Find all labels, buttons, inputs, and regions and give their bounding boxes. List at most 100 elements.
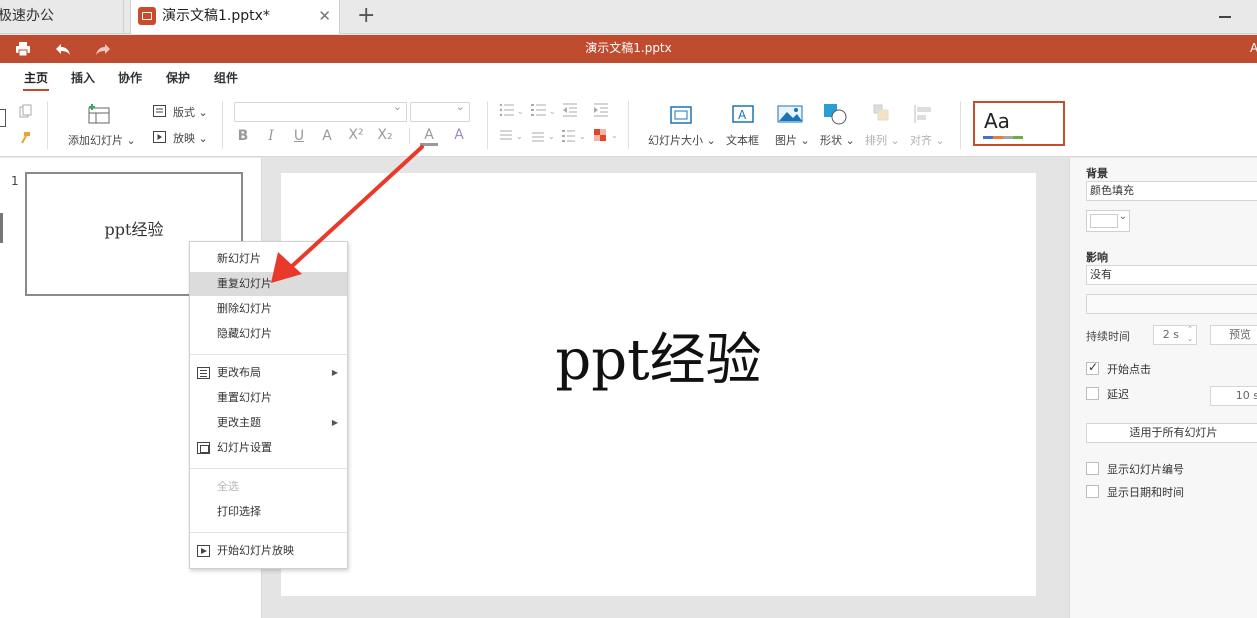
- slide-settings-pane: 背景 颜色填充 ⌄ 影响 没有 持续时间 2 s ⌃⌄ 预览 开始点击 延迟 1…: [1069, 158, 1257, 618]
- menu-item-label: 重复幻灯片: [217, 277, 272, 290]
- bold-icon[interactable]: B: [234, 128, 252, 144]
- menu-item-start-slideshow[interactable]: 开始幻灯片放映: [190, 539, 347, 563]
- new-tab-icon[interactable]: +: [357, 0, 375, 32]
- menu-item-reset-slide[interactable]: 重置幻灯片: [190, 386, 347, 410]
- slide-size-icon: [670, 106, 692, 127]
- apply-all-slides-label: 适用于所有幻灯片: [1129, 426, 1218, 439]
- menu-item-label: 隐藏幻灯片: [217, 327, 272, 340]
- theme-preview-text: Aa: [984, 109, 1010, 133]
- start-on-click-checkbox[interactable]: [1086, 360, 1099, 375]
- browser-tab-bar: 极速办公 演示文稿1.pptx* ✕ +: [0, 0, 1257, 34]
- delay-input[interactable]: 10 s: [1210, 386, 1257, 406]
- slide-size-button[interactable]: 幻灯片大小 ⌄: [648, 132, 716, 148]
- slide-canvas[interactable]: ppt经验: [281, 173, 1036, 596]
- toolbar-separator: [222, 101, 223, 149]
- menu-item-print-selection[interactable]: 打印选择: [190, 500, 347, 524]
- background-color-picker[interactable]: ⌄: [1086, 210, 1130, 232]
- align-button[interactable]: 对齐 ⌄: [910, 132, 945, 148]
- bullet-list-icon[interactable]: ⌄: [499, 102, 524, 122]
- picture-button[interactable]: 图片 ⌄: [775, 132, 810, 148]
- tab-insert[interactable]: 插入: [71, 69, 95, 86]
- menu-item-hide-slide[interactable]: 隐藏幻灯片: [190, 322, 347, 346]
- document-title: 演示文稿1.pptx: [585, 41, 672, 55]
- text-box-button[interactable]: 文本框: [726, 132, 759, 148]
- layout-button[interactable]: 版式 ⌄: [173, 104, 208, 120]
- strikethrough-icon[interactable]: A: [318, 128, 336, 144]
- slide-thumbnail-text: ppt经验: [104, 220, 164, 239]
- show-date-time-checkbox[interactable]: [1086, 485, 1099, 498]
- menu-item-new-slide[interactable]: 新幻灯片: [190, 247, 347, 271]
- effect-select[interactable]: 没有: [1086, 265, 1257, 285]
- svg-text:⌄: ⌄: [611, 131, 618, 140]
- format-painter-icon[interactable]: [18, 131, 32, 149]
- tab-home-ribbon[interactable]: 主页: [22, 69, 50, 91]
- menu-item-change-theme[interactable]: 更改主题 ▶: [190, 411, 347, 435]
- tab-components[interactable]: 组件: [214, 69, 238, 86]
- increase-indent-icon[interactable]: [593, 102, 609, 122]
- font-size-select[interactable]: [410, 100, 470, 122]
- duration-value: 2 s: [1162, 328, 1179, 341]
- arrange-button[interactable]: 排列 ⌄: [865, 132, 900, 148]
- superscript-icon[interactable]: X²: [347, 127, 365, 143]
- font-name-select[interactable]: [234, 100, 407, 122]
- italic-icon[interactable]: I: [262, 128, 280, 144]
- slideshow-button[interactable]: 放映 ⌄: [173, 130, 208, 146]
- arrange-label: 排列: [865, 134, 887, 147]
- delay-checkbox[interactable]: [1086, 387, 1099, 400]
- fill-color-icon[interactable]: ⌄: [593, 128, 619, 146]
- menu-item-label: 删除幻灯片: [217, 302, 272, 315]
- spin-arrows-icon: ⌃ ⌄: [1187, 325, 1193, 343]
- toolbar-separator: [409, 128, 410, 144]
- shape-button[interactable]: 形状 ⌄: [820, 132, 855, 148]
- add-slide-icon[interactable]: [88, 103, 112, 128]
- tab-document[interactable]: 演示文稿1.pptx* ✕: [130, 0, 340, 34]
- slide-editor-area: ppt经验: [263, 158, 1069, 618]
- add-slide-button[interactable]: 添加幻灯片 ⌄: [68, 132, 136, 148]
- layout-icon: [197, 367, 210, 379]
- menu-item-delete-slide[interactable]: 删除幻灯片: [190, 297, 347, 321]
- menu-item-change-layout[interactable]: 更改布局 ▶: [190, 361, 347, 385]
- paragraph-spacing-icon[interactable]: ⌄: [562, 129, 586, 147]
- submenu-arrow-icon: ▶: [331, 368, 338, 377]
- slide-setup-icon: [197, 442, 210, 454]
- show-slide-number-checkbox[interactable]: [1086, 462, 1099, 475]
- tab-home[interactable]: 极速办公: [0, 0, 124, 34]
- submenu-arrow-icon: ▶: [331, 418, 338, 427]
- highlight-color-icon[interactable]: A: [450, 127, 468, 143]
- font-color-icon[interactable]: A: [420, 127, 438, 146]
- tab-document-label: 演示文稿1.pptx*: [162, 8, 270, 24]
- menu-separator: [190, 532, 347, 533]
- paste-icon[interactable]: [0, 109, 6, 127]
- apply-all-slides-button[interactable]: 适用于所有幻灯片: [1086, 423, 1257, 443]
- copy-icon[interactable]: [19, 104, 33, 122]
- slide-text[interactable]: ppt经验: [281, 315, 1036, 396]
- duration-input[interactable]: 2 s ⌃ ⌄: [1153, 325, 1197, 345]
- layout-icon: [153, 105, 166, 120]
- preview-button[interactable]: 预览: [1210, 325, 1257, 345]
- tab-collaborate[interactable]: 协作: [118, 69, 142, 86]
- arrange-icon: [873, 104, 891, 127]
- line-spacing-icon[interactable]: ⌄: [531, 129, 555, 147]
- background-fill-select[interactable]: 颜色填充: [1086, 181, 1257, 201]
- align-icon: [913, 104, 935, 127]
- account-avatar[interactable]: A: [1250, 35, 1257, 62]
- numbered-list-icon[interactable]: ⌄: [531, 102, 556, 122]
- shape-label: 形状: [820, 134, 842, 147]
- underline-icon[interactable]: U: [290, 128, 308, 144]
- menu-item-duplicate-slide[interactable]: 重复幻灯片: [190, 272, 347, 296]
- menu-separator: [190, 468, 347, 469]
- close-tab-icon[interactable]: ✕: [318, 0, 331, 32]
- effect-option-select[interactable]: [1086, 294, 1257, 314]
- subscript-icon[interactable]: X₂: [376, 127, 394, 143]
- tab-protect[interactable]: 保护: [166, 69, 190, 86]
- minimize-window-icon[interactable]: [1219, 16, 1231, 18]
- svg-text:⌄: ⌄: [549, 107, 555, 116]
- align-text-icon[interactable]: ⌄: [499, 129, 523, 147]
- theme-preview[interactable]: Aa: [973, 101, 1065, 146]
- layout-label: 版式: [173, 106, 195, 119]
- pane-scroll-indicator[interactable]: [0, 213, 3, 243]
- decrease-indent-icon[interactable]: [562, 102, 578, 122]
- start-on-click-label: 开始点击: [1107, 363, 1151, 376]
- menu-item-slide-settings[interactable]: 幻灯片设置: [190, 436, 347, 460]
- toolbar-separator: [487, 101, 488, 149]
